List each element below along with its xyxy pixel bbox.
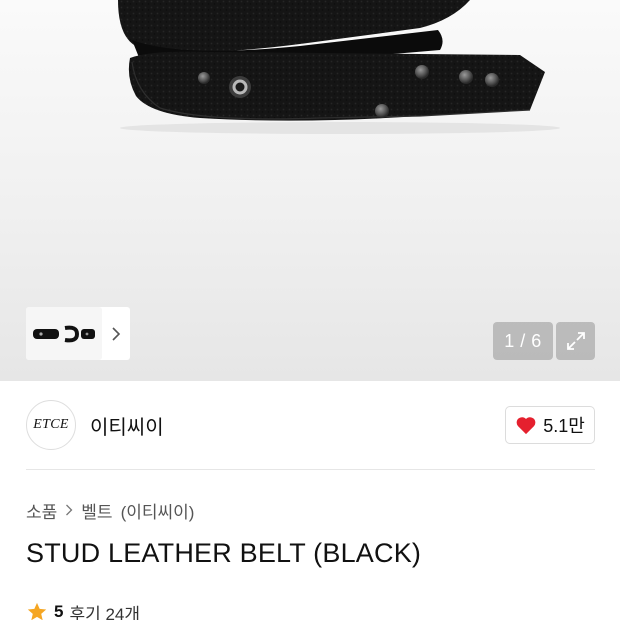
breadcrumb: 소품 벨트 (이티씨이)	[26, 498, 194, 522]
chevron-right-icon[interactable]	[102, 326, 130, 341]
thumbnail-image[interactable]	[26, 307, 102, 360]
star-icon	[27, 602, 47, 620]
expand-arrows-icon	[566, 332, 585, 350]
brand-row: ETCE 이티씨이 5.1만	[26, 399, 595, 451]
heart-icon	[516, 417, 536, 435]
product-title: STUD LEATHER BELT (BLACK)	[26, 538, 422, 568]
expand-button[interactable]	[556, 322, 595, 360]
rating-row[interactable]: 5 후기 24개	[26, 600, 140, 620]
like-count: 5.1만	[543, 416, 585, 436]
image-counter: 1 / 6	[493, 322, 553, 360]
belt-thumbnail-icon	[33, 325, 95, 342]
chevron-right-icon	[66, 504, 73, 516]
rating-score: 5	[54, 602, 64, 620]
product-page: 1 / 6 ETCE 이티씨이 5.1만 소품 벨트 (이티씨이) STUD L…	[0, 0, 620, 620]
breadcrumb-item-subcategory[interactable]: 벨트	[81, 498, 112, 523]
breadcrumb-item-category[interactable]: 소품	[26, 498, 57, 523]
breadcrumb-item-brand[interactable]: (이티씨이)	[121, 498, 195, 523]
divider	[26, 469, 595, 470]
review-count[interactable]: 후기 24개	[69, 600, 140, 620]
thumbnail-strip[interactable]	[26, 307, 130, 360]
like-button[interactable]: 5.1만	[505, 406, 595, 444]
brand-logo[interactable]: ETCE	[26, 400, 76, 450]
brand-name[interactable]: 이티씨이	[90, 411, 164, 440]
product-image-gallery[interactable]: 1 / 6	[0, 0, 620, 381]
